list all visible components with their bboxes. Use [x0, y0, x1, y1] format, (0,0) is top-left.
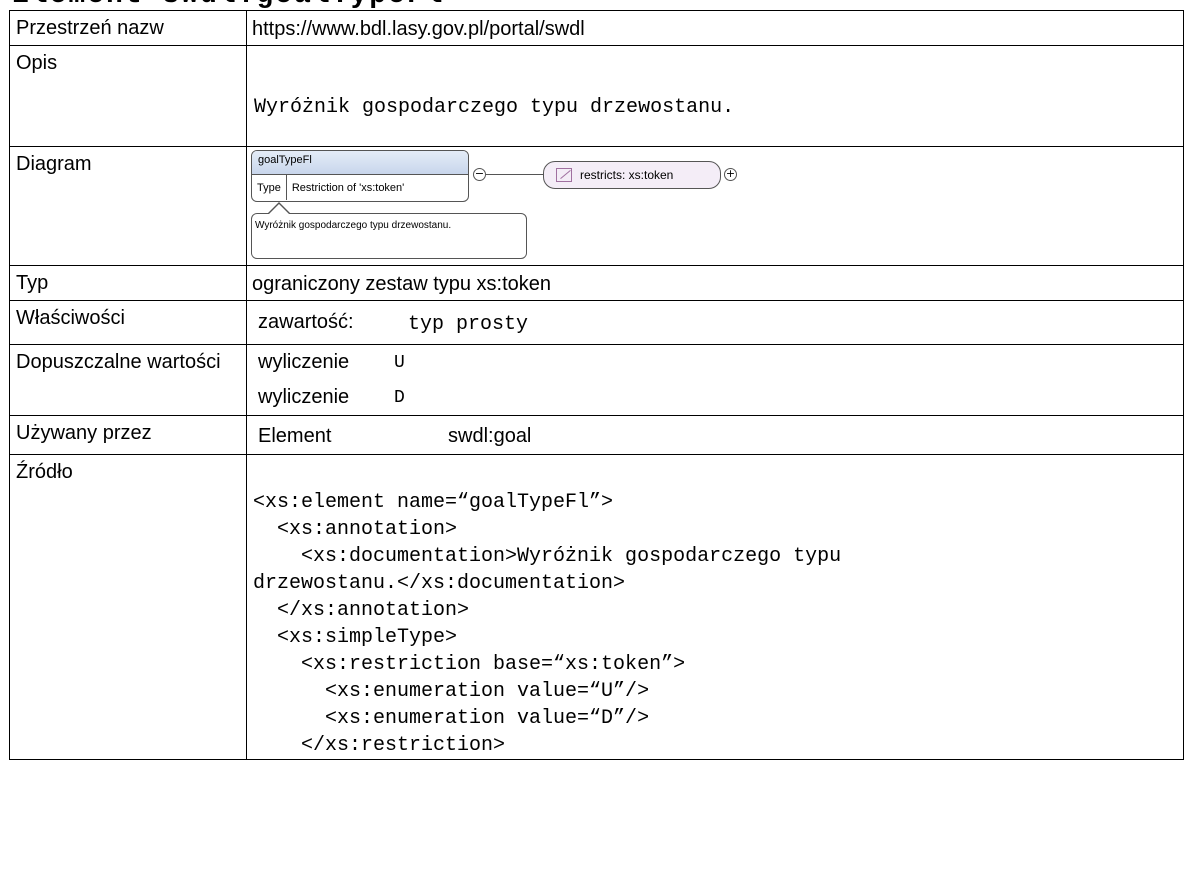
- allowed-values-label: Dopuszczalne wartości: [9, 344, 247, 416]
- enumeration-key: wyliczenie: [258, 386, 350, 408]
- allowed-values-cell: wyliczenie U wyliczenie D: [246, 344, 1184, 416]
- page-heading: Element swdl:goalTypeFl: [0, 0, 1192, 10]
- type-label: Typ: [9, 265, 247, 301]
- type-value: ograniczony zestaw typu xs:token: [246, 265, 1184, 301]
- row-used-by: Używany przez Element swdl:goal: [9, 415, 1184, 455]
- row-properties: Właściwości zawartość: typ prosty: [9, 300, 1184, 345]
- row-description: Opis Wyróżnik gospodarczego typu drzewos…: [9, 45, 1184, 147]
- used-by-row: Element swdl:goal: [247, 416, 1183, 454]
- enumeration-value: U: [394, 353, 405, 373]
- enumeration-table: wyliczenie U wyliczenie D: [247, 345, 1183, 415]
- used-by-link[interactable]: swdl:goal: [448, 416, 1183, 454]
- namespace-value: https://www.bdl.lasy.gov.pl/portal/swdl: [246, 10, 1184, 46]
- used-by-cell: Element swdl:goal: [246, 415, 1184, 455]
- plus-circle-icon[interactable]: +: [724, 168, 737, 181]
- used-by-label: Używany przez: [9, 415, 247, 455]
- used-by-kind: Element: [258, 425, 332, 447]
- source-cell: <xs:element name=“goalTypeFl”> <xs:annot…: [246, 454, 1184, 760]
- properties-table: zawartość: typ prosty: [247, 301, 1183, 344]
- properties-label: Właściwości: [9, 300, 247, 345]
- namespace-label: Przestrzeń nazw: [9, 10, 247, 46]
- page-heading-text: Element swdl:goalTypeFl: [12, 0, 444, 10]
- diagram-cell: goalTypeFl Type Restriction of 'xs:token…: [246, 146, 1184, 266]
- schema-doc-table: Przestrzeń nazw https://www.bdl.lasy.gov…: [9, 10, 1184, 760]
- property-row: zawartość: typ prosty: [247, 301, 1183, 344]
- diagram-type-row: Type Restriction of 'xs:token': [252, 175, 468, 200]
- row-source: Źródło <xs:element name=“goalTypeFl”> <x…: [9, 454, 1184, 760]
- diagram-element-box[interactable]: goalTypeFl Type Restriction of 'xs:token…: [251, 150, 469, 202]
- description-value: Wyróżnik gospodarczego typu drzewostanu.: [254, 96, 735, 119]
- description-label: Opis: [9, 45, 247, 147]
- row-namespace: Przestrzeń nazw https://www.bdl.lasy.gov…: [9, 10, 1184, 46]
- minus-circle-icon[interactable]: −: [473, 168, 486, 181]
- diagram-annotation-note: Wyróżnik gospodarczego typu drzewostanu.: [251, 213, 527, 259]
- note-pointer-fill: [268, 204, 290, 215]
- enumeration-key: wyliczenie: [258, 351, 350, 373]
- diagram-restriction-box[interactable]: restricts: xs:token: [543, 161, 721, 189]
- source-code: <xs:element name=“goalTypeFl”> <xs:annot…: [253, 491, 842, 757]
- source-label: Źródło: [9, 454, 247, 760]
- diagram-label: Diagram: [9, 146, 247, 266]
- diagram-connector: [486, 174, 543, 175]
- enumeration-row: wyliczenie D: [247, 380, 1183, 415]
- restriction-icon: [556, 168, 572, 182]
- used-by-table: Element swdl:goal: [247, 416, 1183, 454]
- properties-cell: zawartość: typ prosty: [246, 300, 1184, 345]
- property-key: zawartość:: [258, 311, 354, 333]
- row-type: Typ ograniczony zestaw typu xs:token: [9, 265, 1184, 301]
- diagram-element-name: goalTypeFl: [252, 151, 468, 175]
- description-cell: Wyróżnik gospodarczego typu drzewostanu.: [246, 45, 1184, 147]
- row-allowed-values: Dopuszczalne wartości wyliczenie U wylic…: [9, 344, 1184, 416]
- schema-diagram: goalTypeFl Type Restriction of 'xs:token…: [247, 147, 1183, 265]
- enumeration-value: D: [394, 388, 405, 408]
- diagram-type-value: Restriction of 'xs:token': [291, 181, 405, 194]
- diagram-restriction-label: restricts: xs:token: [580, 168, 674, 182]
- diagram-type-key: Type: [252, 175, 287, 200]
- property-value: typ prosty: [408, 313, 529, 336]
- enumeration-row: wyliczenie U: [247, 345, 1183, 380]
- row-diagram: Diagram goalTypeFl Type Restriction of '…: [9, 146, 1184, 266]
